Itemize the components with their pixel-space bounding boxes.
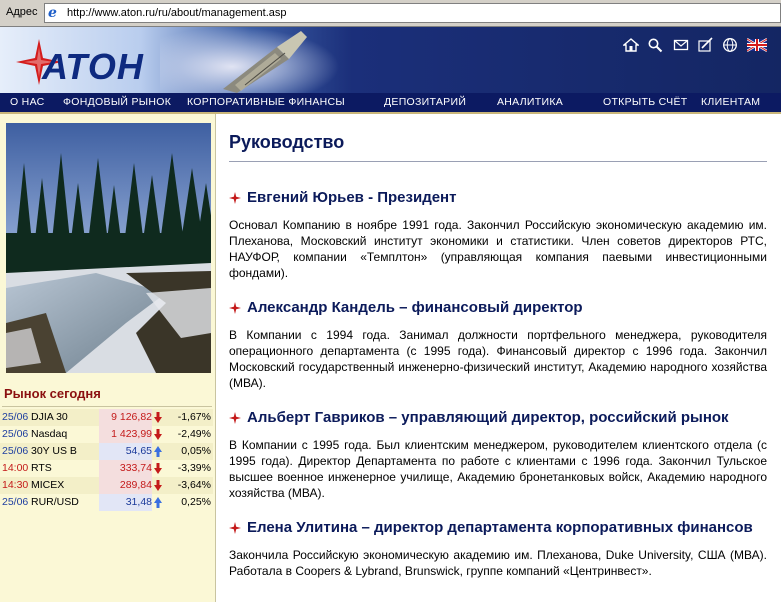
person-bio: Закончила Российскую экономическую акаде… [229,548,767,578]
nav-item-stock-market[interactable]: ФОНДОВЫЙ РЫНОК [63,96,171,109]
market-date: 14:00 [2,462,29,474]
market-value: 54,65 [99,443,152,460]
market-date: 14:30 [2,479,29,491]
market-index-name[interactable]: 30Y US B [31,443,77,460]
market-row: 25/06 Nasdaq 1 423,99 -2,49% [0,426,213,443]
site-banner: АТОН [0,27,781,93]
market-change: -2,49% [177,428,211,440]
market-index-name[interactable]: DJIA 30 [31,409,68,426]
person-bio: В Компании с 1995 года. Был клиентским м… [229,438,767,500]
person-name: Елена Улитина – директор департамента ко… [247,519,753,536]
market-table: 25/06 DJIA 30 9 126,82 -1,67% 25/06 Nasdaq 1 4… [0,409,213,511]
market-change: -1,67% [177,411,211,423]
market-date: 25/06 [2,428,29,440]
market-date: 25/06 [2,411,29,423]
red-star-bullet-icon [229,302,241,314]
arrow-down-icon [154,429,162,440]
red-star-bullet-icon [229,192,241,204]
market-index-name[interactable]: MICEX [31,477,64,494]
market-value: 9 126,82 [99,409,152,426]
market-today-title: Рынок сегодня [4,386,101,401]
market-row: 25/06 RUR/USD 31,48 0,25% [0,494,213,511]
market-change: 0,25% [181,496,211,508]
fountain-pen-graphic [223,31,307,93]
aton-logo[interactable]: АТОН [42,49,144,85]
person-heading: Альберт Гавриков – управляющий директор,… [229,408,769,428]
arrow-down-icon [154,412,162,423]
person-yuryev: Евгений Юрьев - Президент Основал Компан… [229,188,769,281]
arrow-up-icon [154,446,162,457]
person-name: Евгений Юрьев - Президент [247,189,457,206]
address-bar: Адрес e http://www.aton.ru/ru/about/mana… [0,0,781,27]
nav-item-clients[interactable]: КЛИЕНТАМ [701,96,760,109]
red-star-bullet-icon [229,412,241,424]
person-heading: Александр Кандель – финансовый директор [229,298,769,318]
uk-flag-icon[interactable] [747,37,767,53]
address-label: Адрес [6,6,38,18]
nav-item-analytics[interactable]: АНАЛИТИКА [497,96,563,109]
market-index-name[interactable]: Nasdaq [31,426,67,443]
title-divider [229,161,767,162]
url-input[interactable]: e http://www.aton.ru/ru/about/management… [44,3,781,23]
winter-forest-photo [6,123,211,373]
home-icon[interactable] [623,37,639,53]
market-row: 14:30 MICEX 289,84 -3,64% [0,477,213,494]
main-nav: О НАС ФОНДОВЫЙ РЫНОК КОРПОРАТИВНЫЕ ФИНАН… [0,93,781,112]
nav-item-about[interactable]: О НАС [10,96,45,109]
person-bio: В Компании с 1994 года. Занимал должност… [229,328,767,390]
person-heading: Евгений Юрьев - Президент [229,188,769,208]
market-value: 289,84 [99,477,152,494]
mail-icon[interactable] [673,37,689,53]
arrow-up-icon [154,497,162,508]
person-ulitina: Елена Улитина – директор департамента ко… [229,518,769,579]
nav-item-depository[interactable]: ДЕПОЗИТАРИЙ [384,96,466,109]
left-sidebar: Рынок сегодня 25/06 DJIA 30 9 126,82 -1,67%… [0,114,216,602]
feedback-icon[interactable] [697,37,713,53]
ie-page-icon: e [48,5,57,21]
market-divider [2,406,212,407]
person-kandel: Александр Кандель – финансовый директор … [229,298,769,391]
market-change: -3,64% [177,479,211,491]
red-star-bullet-icon [229,522,241,534]
search-icon[interactable] [647,37,663,53]
market-index-name[interactable]: RUR/USD [31,494,79,511]
market-value: 1 423,99 [99,426,152,443]
market-change: -3,39% [177,462,211,474]
market-date: 25/06 [2,445,29,457]
market-row: 14:00 RTS 333,74 -3,39% [0,460,213,477]
arrow-down-icon [154,463,162,474]
arrow-down-icon [154,480,162,491]
person-heading: Елена Улитина – директор департамента ко… [229,518,769,538]
globe-icon[interactable] [722,37,738,53]
person-gavrikov: Альберт Гавриков – управляющий директор,… [229,408,769,501]
market-value: 31,48 [99,494,152,511]
page-title: Руководство [229,132,345,152]
market-row: 25/06 DJIA 30 9 126,82 -1,67% [0,409,213,426]
url-text: http://www.aton.ru/ru/about/management.a… [67,7,287,19]
person-name: Александр Кандель – финансовый директор [247,299,583,316]
market-row: 25/06 30Y US B 54,65 0,05% [0,443,213,460]
market-date: 25/06 [2,496,29,508]
market-change: 0,05% [181,445,211,457]
market-value: 333,74 [99,460,152,477]
market-index-name[interactable]: RTS [31,460,52,477]
nav-item-open-account[interactable]: ОТКРЫТЬ СЧЁТ [603,96,687,109]
nav-item-corporate-finance[interactable]: КОРПОРАТИВНЫЕ ФИНАНСЫ [187,96,345,109]
person-name: Альберт Гавриков – управляющий директор,… [247,409,729,426]
person-bio: Основал Компанию в ноябре 1991 года. Зак… [229,218,767,280]
